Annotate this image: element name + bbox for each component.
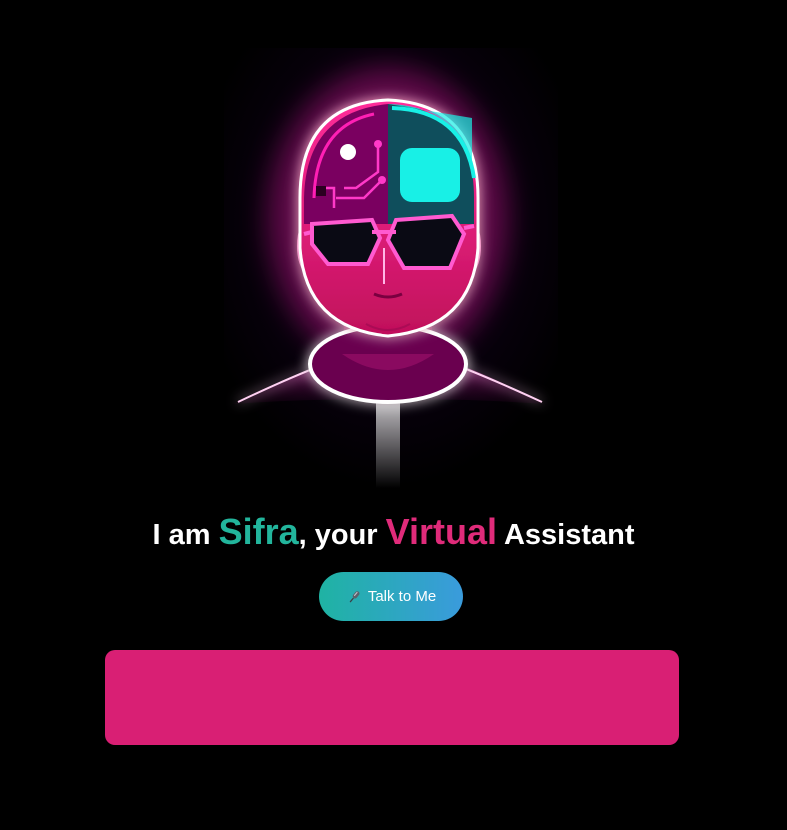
- headline-highlight: Virtual: [385, 511, 497, 552]
- robot-avatar-illustration: [224, 48, 558, 488]
- headline-suffix: Assistant: [497, 519, 635, 551]
- headline-prefix: I am: [152, 519, 219, 551]
- talk-button[interactable]: Talk to Me: [319, 572, 463, 621]
- assistant-name: Sifra: [218, 511, 299, 552]
- headline: I am Sifra, your Virtual Assistant: [0, 504, 787, 563]
- page: I am Sifra, your Virtual Assistant Talk …: [0, 0, 787, 830]
- talk-button-label: Talk to Me: [367, 588, 437, 605]
- microphone-icon: [349, 590, 360, 602]
- response-panel: [105, 650, 679, 745]
- avatar-image: [224, 48, 558, 488]
- headline-middle: , your: [298, 519, 386, 551]
